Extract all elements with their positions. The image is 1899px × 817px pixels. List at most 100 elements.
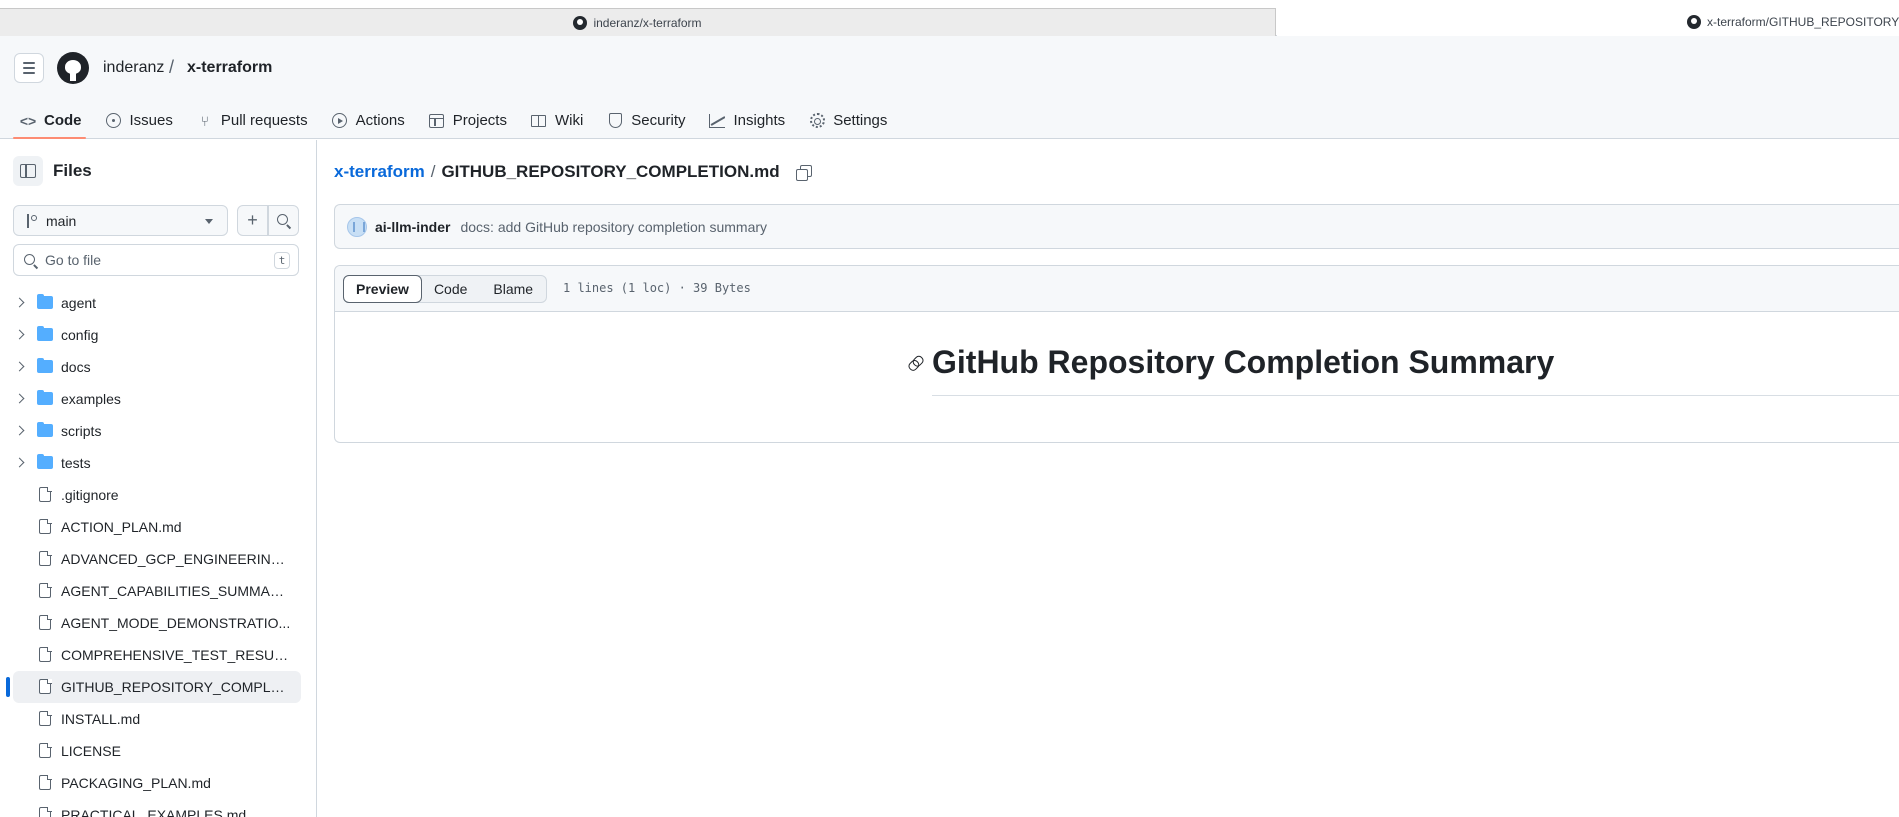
file-icon bbox=[39, 582, 52, 598]
chevron-right-icon[interactable] bbox=[14, 361, 25, 372]
repo-header: inderanz / x-terraform <> Code Issues ⑂ … bbox=[0, 36, 1899, 139]
hamburger-line bbox=[23, 72, 35, 74]
graph-icon bbox=[709, 113, 726, 129]
file-icon bbox=[39, 646, 52, 662]
tab-code[interactable]: <> Code bbox=[0, 102, 94, 139]
browser-tab-file[interactable]: x-terraform/GITHUB_REPOSITORY_C bbox=[1277, 8, 1899, 36]
latest-commit-bar: ai-llm-inder docs: add GitHub repository… bbox=[334, 204, 1899, 249]
browser-tab-title: x-terraform/GITHUB_REPOSITORY_C bbox=[1707, 15, 1899, 29]
tree-item-file[interactable]: PACKAGING_PLAN.md bbox=[0, 767, 317, 799]
tab-issues[interactable]: Issues bbox=[94, 102, 185, 139]
table-icon bbox=[429, 113, 445, 129]
plus-icon: + bbox=[247, 210, 258, 230]
tree-item-file[interactable]: ADVANCED_GCP_ENGINEERING_... bbox=[0, 543, 317, 575]
browser-top-edge bbox=[0, 0, 1899, 8]
file-icon bbox=[39, 678, 52, 694]
tree-item-file-selected[interactable]: GITHUB_REPOSITORY_COMPLET... bbox=[0, 671, 317, 703]
breadcrumb-repo-link[interactable]: x-terraform bbox=[334, 162, 425, 182]
tab-wiki[interactable]: Wiki bbox=[519, 102, 595, 139]
tree-item-label: AGENT_CAPABILITIES_SUMMARY... bbox=[61, 583, 293, 599]
book-icon bbox=[531, 113, 547, 129]
chevron-right-icon[interactable] bbox=[14, 457, 25, 468]
tab-label: Code bbox=[44, 112, 82, 129]
tree-item-file[interactable]: INSTALL.md bbox=[0, 703, 317, 735]
repo-name-link[interactable]: x-terraform bbox=[187, 59, 272, 77]
tab-label: Security bbox=[631, 112, 686, 129]
tree-item-folder[interactable]: config bbox=[0, 319, 317, 351]
tab-label: Insights bbox=[733, 112, 786, 129]
folder-icon bbox=[37, 422, 53, 437]
tree-item-label: PACKAGING_PLAN.md bbox=[61, 775, 211, 791]
chevron-right-icon[interactable] bbox=[14, 329, 25, 340]
tree-item-file[interactable]: AGENT_MODE_DEMONSTRATIO... bbox=[0, 607, 317, 639]
tree-item-label: GITHUB_REPOSITORY_COMPLET... bbox=[61, 679, 293, 695]
tree-item-label: LICENSE bbox=[61, 743, 121, 759]
breadcrumb-separator: / bbox=[430, 162, 436, 181]
tab-label: Issues bbox=[129, 112, 173, 129]
tab-label: Settings bbox=[833, 112, 888, 129]
view-mode-segmented-control: Preview Code Blame bbox=[343, 275, 548, 303]
hamburger-menu-button[interactable] bbox=[14, 53, 44, 83]
github-logo-icon[interactable] bbox=[57, 52, 89, 84]
sidebar-panel-icon bbox=[20, 164, 36, 178]
tab-pull-requests[interactable]: ⑂ Pull requests bbox=[185, 102, 320, 139]
gear-icon bbox=[809, 113, 825, 129]
tree-item-file[interactable]: AGENT_CAPABILITIES_SUMMARY... bbox=[0, 575, 317, 607]
file-icon bbox=[39, 774, 52, 790]
tree-item-file[interactable]: LICENSE bbox=[0, 735, 317, 767]
search-icon bbox=[24, 253, 35, 265]
go-to-file-placeholder: Go to file bbox=[45, 252, 102, 268]
tab-insights[interactable]: Insights bbox=[697, 102, 797, 139]
code-icon: <> bbox=[19, 112, 37, 129]
breadcrumb: x-terraform / GITHUB_REPOSITORY_COMPLETI… bbox=[334, 162, 812, 182]
tab-security[interactable]: Security bbox=[595, 102, 697, 139]
preview-tab-button[interactable]: Preview bbox=[343, 275, 422, 303]
folder-icon bbox=[37, 326, 53, 341]
tab-label: Wiki bbox=[554, 112, 584, 129]
tree-item-folder[interactable]: agent bbox=[0, 287, 317, 319]
file-view-main: x-terraform / GITHUB_REPOSITORY_COMPLETI… bbox=[318, 140, 1899, 817]
branch-selector[interactable]: main bbox=[13, 205, 228, 236]
file-icon bbox=[39, 550, 52, 566]
file-icon bbox=[39, 742, 52, 758]
tree-item-label: agent bbox=[61, 295, 97, 311]
tree-item-file[interactable]: PRACTICAL_EXAMPLES.md bbox=[0, 799, 317, 817]
code-tab-button[interactable]: Code bbox=[421, 276, 480, 302]
tree-item-file[interactable]: .gitignore bbox=[0, 479, 317, 511]
tab-actions[interactable]: Actions bbox=[320, 102, 417, 139]
chevron-right-icon[interactable] bbox=[14, 297, 25, 308]
folder-icon bbox=[37, 358, 53, 373]
tree-item-folder[interactable]: scripts bbox=[0, 415, 317, 447]
tree-item-label: ADVANCED_GCP_ENGINEERING_... bbox=[61, 551, 293, 567]
tree-item-label: .gitignore bbox=[61, 487, 119, 503]
tab-settings[interactable]: Settings bbox=[797, 102, 899, 139]
tab-label: Pull requests bbox=[220, 112, 308, 129]
chevron-right-icon[interactable] bbox=[14, 393, 25, 404]
repo-owner-link[interactable]: inderanz bbox=[103, 59, 164, 77]
folder-icon bbox=[37, 454, 53, 469]
git-branch-icon bbox=[26, 213, 37, 228]
tree-item-folder[interactable]: examples bbox=[0, 383, 317, 415]
collapse-sidebar-button[interactable] bbox=[13, 156, 43, 186]
link-icon[interactable] bbox=[907, 355, 925, 373]
tab-projects[interactable]: Projects bbox=[417, 102, 519, 139]
avatar[interactable] bbox=[347, 216, 367, 237]
heading-divider bbox=[932, 395, 1899, 396]
tree-item-label: ACTION_PLAN.md bbox=[61, 519, 182, 535]
add-file-button[interactable]: + bbox=[237, 205, 268, 236]
play-icon bbox=[332, 113, 348, 129]
tree-item-label: examples bbox=[61, 391, 121, 407]
blame-tab-button[interactable]: Blame bbox=[480, 276, 546, 302]
tree-item-file[interactable]: COMPREHENSIVE_TEST_RESULT... bbox=[0, 639, 317, 671]
go-to-file-input[interactable]: Go to file t bbox=[13, 244, 299, 276]
browser-tab-repo[interactable]: inderanz/x-terraform bbox=[0, 8, 1276, 36]
search-files-button[interactable] bbox=[268, 205, 299, 236]
tree-item-folder[interactable]: tests bbox=[0, 447, 317, 479]
commit-message-link[interactable]: docs: add GitHub repository completion s… bbox=[460, 219, 767, 235]
tree-item-file[interactable]: ACTION_PLAN.md bbox=[0, 511, 317, 543]
chevron-right-icon[interactable] bbox=[14, 425, 25, 436]
tree-item-folder[interactable]: docs bbox=[0, 351, 317, 383]
copy-path-icon[interactable] bbox=[795, 164, 812, 181]
commit-author-link[interactable]: ai-llm-inder bbox=[375, 219, 450, 235]
github-favicon-icon bbox=[1687, 15, 1701, 29]
